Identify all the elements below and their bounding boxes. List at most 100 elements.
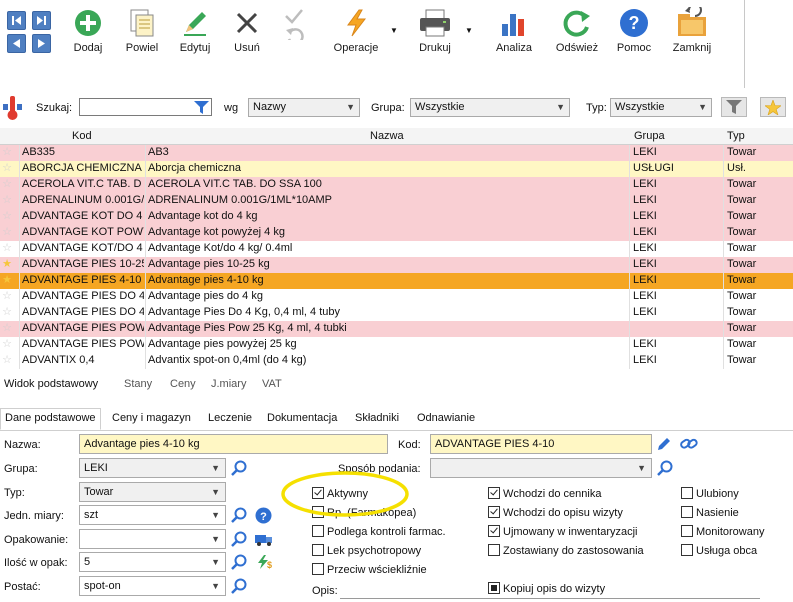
postac-select[interactable]: spot-on ▼: [79, 576, 226, 596]
table-row[interactable]: ☆ ADVANTAGE PIES DO 4 Advantage pies do 4 …: [0, 289, 793, 305]
table-row[interactable]: ☆ ADRENALINUM 0.001G/ADRENALINUM 0.001G/1…: [0, 193, 793, 209]
table-row[interactable]: ★ ADVANTAGE PIES 4-10 Advantage pies 4-10 …: [0, 273, 793, 289]
table-row[interactable]: ☆ ADVANTAGE PIES POW 2 Advantage Pies Pow …: [0, 321, 793, 337]
favorites-button[interactable]: [760, 97, 786, 117]
jedn-miary-select[interactable]: szt ▼: [79, 505, 226, 525]
table-row[interactable]: ☆ ADVANTAGE PIES POWY Advantage pies powyż…: [0, 337, 793, 353]
tab-skladniki[interactable]: Składniki: [355, 412, 399, 424]
delete-button[interactable]: Usuń: [227, 6, 267, 66]
ulubiony-checkbox[interactable]: Ulubiony: [681, 487, 739, 500]
search-by-select[interactable]: Nazwy ▼: [248, 98, 360, 117]
add-button[interactable]: Dodaj: [68, 6, 108, 66]
thermometer-filter-icon[interactable]: [2, 94, 24, 122]
wchodzi-do-opisu-checkbox[interactable]: Wchodzi do opisu wizyty: [488, 506, 623, 519]
tab-widok-podstawowy[interactable]: Widok podstawowy: [4, 378, 98, 390]
table-row[interactable]: ☆ ADVANTAGE KOT DO 4 K Advantage kot do 4 …: [0, 209, 793, 225]
opak-search-button[interactable]: [230, 530, 248, 548]
column-header-grupa[interactable]: Grupa: [634, 130, 665, 142]
edit-code-button[interactable]: [655, 435, 673, 453]
analysis-button[interactable]: Analiza: [492, 6, 536, 66]
table-row[interactable]: ☆ ABORCJA CHEMICZNA Aborcja chemiczna USŁUG…: [0, 161, 793, 177]
tab-leczenie[interactable]: Leczenie: [208, 412, 252, 424]
table-row[interactable]: ☆ AB335 AB3 LEKI Towar: [0, 145, 793, 161]
jedn-search-button[interactable]: [230, 506, 248, 524]
favorite-star-icon[interactable]: ☆: [0, 353, 14, 366]
tab-ceny-i-magazyn[interactable]: Ceny i magazyn: [112, 412, 191, 424]
link-button[interactable]: [680, 435, 698, 453]
confirm-undo-button[interactable]: [280, 6, 308, 66]
duplicate-button[interactable]: Powiel: [120, 6, 164, 66]
group-filter-select[interactable]: Wszystkie ▼: [410, 98, 570, 117]
ujmowany-w-inwentaryzacji-checkbox[interactable]: Ujmowany w inwentaryzacji: [488, 525, 638, 538]
column-header-typ[interactable]: Typ: [727, 130, 745, 142]
wchodzi-do-cennika-checkbox[interactable]: Wchodzi do cennika: [488, 487, 601, 500]
lek-psychotropowy-checkbox[interactable]: Lek psychotropowy: [312, 544, 421, 557]
kod-field[interactable]: ADVANTAGE PIES 4-10: [430, 434, 652, 454]
first-record-button[interactable]: [7, 11, 26, 30]
monitorowany-checkbox[interactable]: Monitorowany: [681, 525, 764, 538]
favorite-star-icon[interactable]: ☆: [0, 177, 14, 190]
favorite-star-icon[interactable]: ☆: [0, 145, 14, 158]
column-header-nazwa[interactable]: Nazwa: [370, 130, 404, 142]
nazwa-field[interactable]: Advantage pies 4-10 kg: [79, 434, 388, 454]
tab-dane-podstawowe[interactable]: Dane podstawowe: [0, 408, 101, 430]
typ-select[interactable]: Towar ▼: [79, 482, 226, 502]
favorite-star-icon[interactable]: ☆: [0, 209, 14, 222]
print-dropdown-icon[interactable]: ▼: [465, 26, 473, 35]
zostawiany-checkbox[interactable]: Zostawiany do zastosowania: [488, 544, 644, 557]
grupa-search-button[interactable]: [230, 459, 248, 477]
favorite-star-icon[interactable]: ☆: [0, 225, 14, 238]
ilosc-calc-button[interactable]: $: [254, 553, 272, 571]
table-row[interactable]: ☆ ADVANTIX 0,4 Advantix spot-on 0,4ml (do …: [0, 353, 793, 369]
sposob-search-button[interactable]: [656, 459, 674, 477]
favorite-star-icon[interactable]: ★: [0, 257, 14, 270]
tab-ceny[interactable]: Ceny: [170, 378, 196, 390]
favorite-star-icon[interactable]: ☆: [0, 161, 14, 174]
operations-dropdown-icon[interactable]: ▼: [390, 26, 398, 35]
kontrola-farmac-checkbox[interactable]: Podlega kontroli farmac.: [312, 525, 446, 538]
table-row[interactable]: ☆ ACEROLA VIT.C TAB. D ACEROLA VIT.C TAB. …: [0, 177, 793, 193]
tab-dokumentacja[interactable]: Dokumentacja: [267, 412, 337, 424]
ilosc-select[interactable]: 5 ▼: [79, 552, 226, 572]
search-input[interactable]: [79, 98, 212, 116]
sposob-podania-select[interactable]: ▼: [430, 458, 652, 478]
favorite-star-icon[interactable]: ★: [0, 273, 14, 286]
jedn-help-button[interactable]: ?: [254, 506, 272, 524]
usluga-obca-checkbox[interactable]: Usługa obca: [681, 544, 757, 557]
type-filter-select[interactable]: Wszystkie ▼: [610, 98, 712, 117]
ilosc-search-button[interactable]: [230, 553, 248, 571]
favorite-star-icon[interactable]: ☆: [0, 321, 14, 334]
favorite-star-icon[interactable]: ☆: [0, 241, 14, 254]
print-button[interactable]: Drukuj: [413, 6, 457, 66]
last-record-button[interactable]: [32, 11, 51, 30]
refresh-button[interactable]: Odśwież: [553, 6, 601, 66]
kopiuj-opis-checkbox[interactable]: Kopiuj opis do wizyty: [488, 582, 605, 595]
tab-stany[interactable]: Stany: [124, 378, 152, 390]
opak-truck-button[interactable]: [254, 530, 272, 548]
previous-record-button[interactable]: [7, 34, 26, 53]
favorite-star-icon[interactable]: ☆: [0, 289, 14, 302]
nasienie-checkbox[interactable]: Nasienie: [681, 506, 739, 519]
favorite-star-icon[interactable]: ☆: [0, 337, 14, 350]
table-row[interactable]: ☆ ADVANTAGE PIES DO 4K Advantage Pies Do 4…: [0, 305, 793, 321]
przeciw-wscieklizniecheckbox[interactable]: Przeciw wściekliźnie: [312, 563, 427, 576]
opakowanie-select[interactable]: ▼: [79, 529, 226, 549]
table-row[interactable]: ☆ ADVANTAGE KOT/DO 4 K Advantage Kot/do 4 …: [0, 241, 793, 257]
close-button[interactable]: Zamknij: [668, 6, 716, 66]
favorite-star-icon[interactable]: ☆: [0, 305, 14, 318]
operations-button[interactable]: Operacje: [328, 6, 384, 66]
table-row[interactable]: ☆ ADVANTAGE KOT POWY Advantage kot powyżej…: [0, 225, 793, 241]
postac-search-button[interactable]: [230, 577, 248, 595]
tab-vat[interactable]: VAT: [262, 378, 282, 390]
filter-button[interactable]: [721, 97, 747, 117]
column-header-kod[interactable]: Kod: [72, 130, 92, 142]
favorite-star-icon[interactable]: ☆: [0, 193, 14, 206]
help-button[interactable]: ? Pomoc: [613, 6, 655, 66]
tab-odnawianie[interactable]: Odnawianie: [417, 412, 475, 424]
edit-button[interactable]: Edytuj: [174, 6, 216, 66]
tab-jmiary[interactable]: J.miary: [211, 378, 246, 390]
search-filter-icon[interactable]: [194, 101, 209, 114]
grupa-select[interactable]: LEKI ▼: [79, 458, 226, 478]
table-row[interactable]: ★ ADVANTAGE PIES 10-25 Advantage pies 10-2…: [0, 257, 793, 273]
next-record-button[interactable]: [32, 34, 51, 53]
